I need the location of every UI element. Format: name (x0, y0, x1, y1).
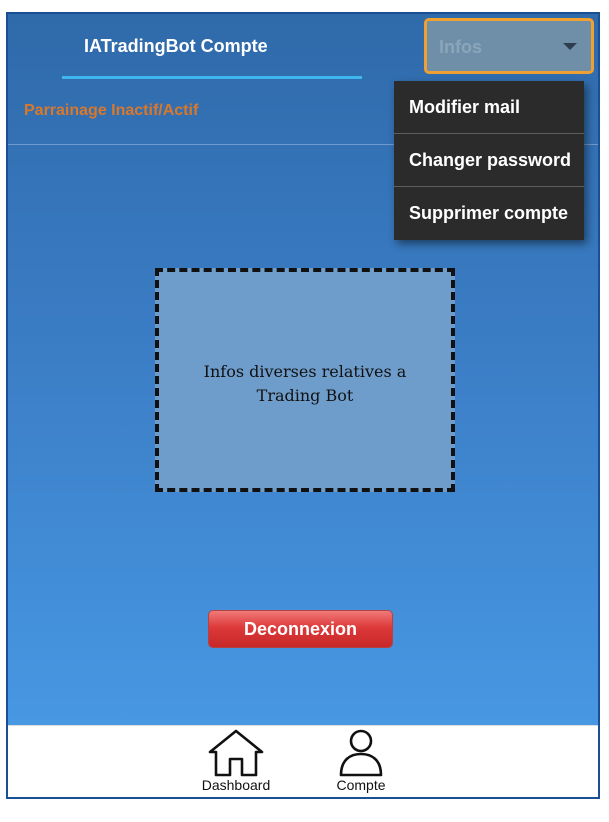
infos-dropdown-label: Infos (439, 37, 482, 57)
logout-button[interactable]: Deconnexion (208, 610, 393, 648)
nav-label-dashboard: Dashboard (201, 777, 271, 793)
info-text-line2: Trading Bot (256, 386, 354, 405)
menu-item-supprimer-compte[interactable]: Supprimer compte (394, 187, 584, 240)
home-icon (208, 729, 264, 777)
nav-item-compte[interactable]: Compte (311, 726, 411, 797)
info-text: Infos diverses relatives a Trading Bot (159, 360, 451, 408)
infos-dropdown[interactable]: Infos (424, 18, 594, 74)
info-text-line1: Infos diverses relatives a (203, 362, 407, 381)
page-title: IATradingBot Compte (84, 36, 268, 56)
chevron-down-icon (563, 43, 577, 50)
nav-label-compte: Compte (336, 777, 386, 793)
info-box: Infos diverses relatives a Trading Bot (155, 268, 455, 492)
infos-menu: Modifier mail Changer password Supprimer… (394, 81, 584, 240)
title-underline (62, 76, 362, 79)
bottom-nav: Dashboard Compte (8, 725, 598, 797)
parrainage-status[interactable]: Parrainage Inactif/Actif (24, 102, 198, 120)
user-icon (339, 729, 383, 777)
menu-item-changer-password[interactable]: Changer password (394, 134, 584, 187)
nav-item-dashboard[interactable]: Dashboard (186, 726, 286, 797)
app-frame: IATradingBot Compte Parrainage Inactif/A… (6, 12, 600, 799)
menu-item-modifier-mail[interactable]: Modifier mail (394, 81, 584, 134)
